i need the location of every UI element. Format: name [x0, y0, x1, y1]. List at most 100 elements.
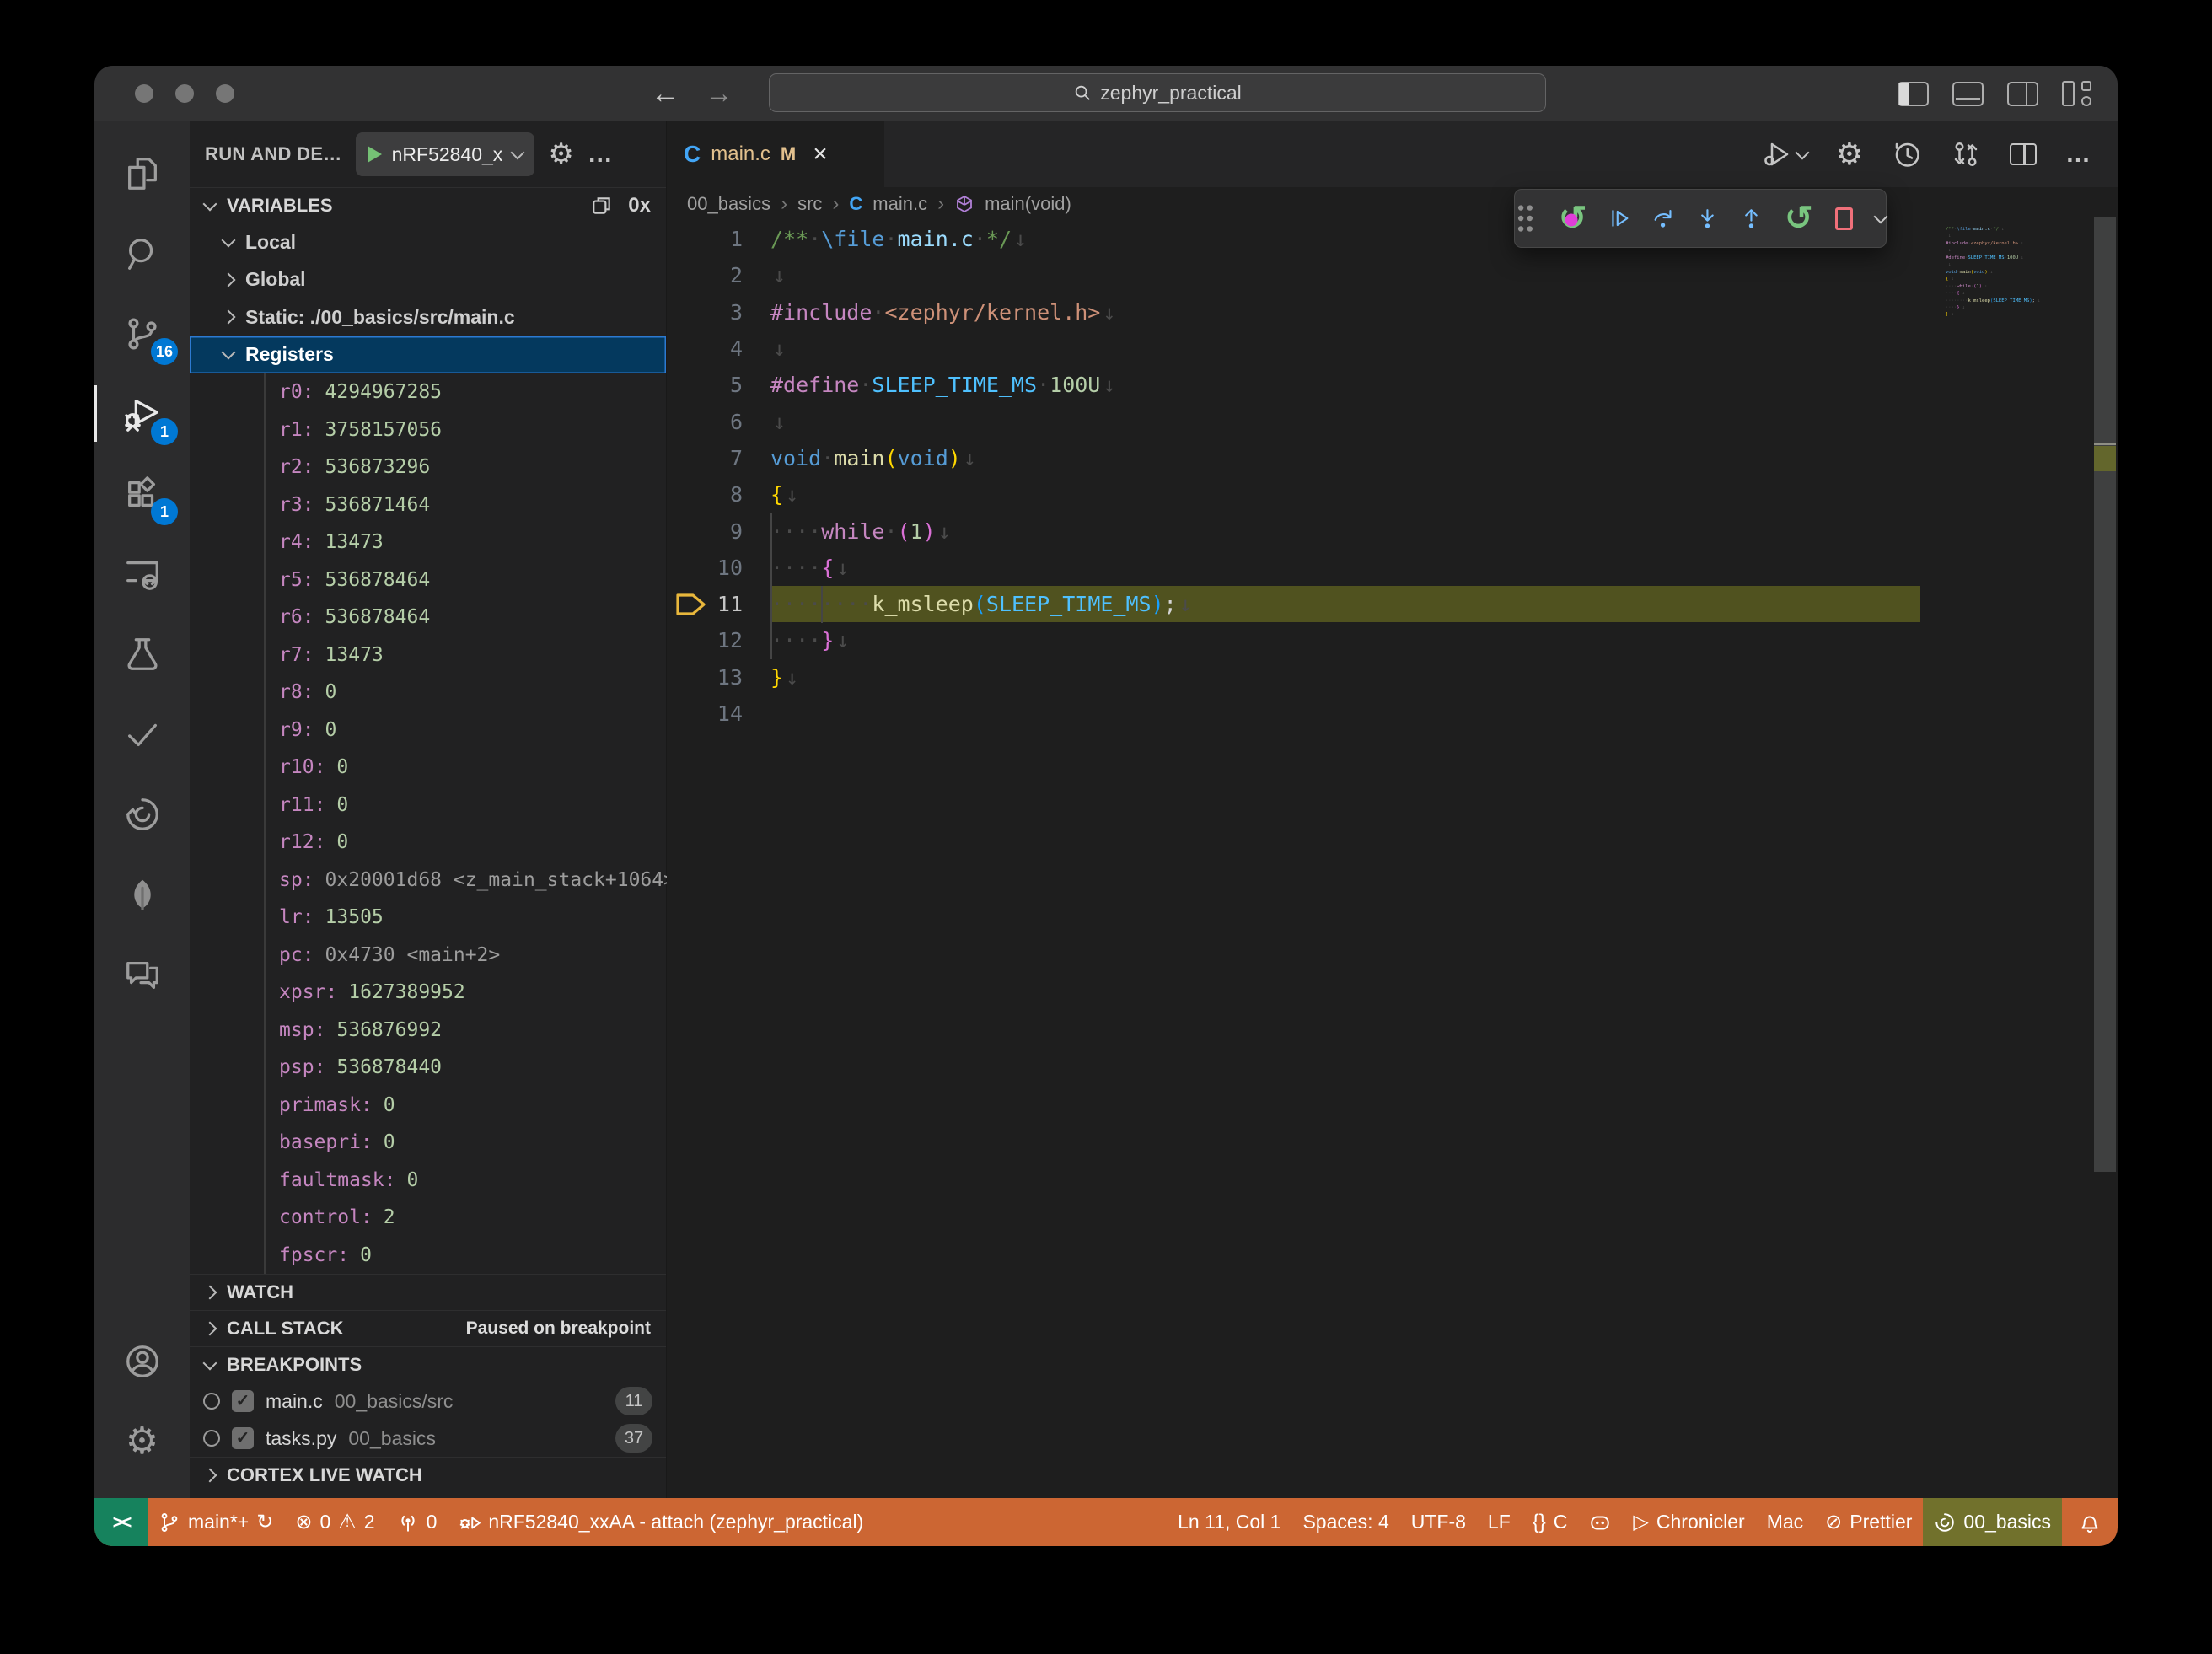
- indentation-item[interactable]: Spaces: 4: [1291, 1498, 1399, 1546]
- platform-item[interactable]: Mac: [1756, 1498, 1814, 1546]
- register-row[interactable]: r6: 536878464: [190, 599, 666, 636]
- search-view-icon[interactable]: [94, 213, 190, 293]
- line-number[interactable]: 8: [667, 482, 770, 507]
- breakpoint-checkbox[interactable]: ✓: [232, 1427, 254, 1449]
- register-row[interactable]: fpscr: 0: [190, 1237, 666, 1275]
- editor-settings-gear-icon[interactable]: ⚙: [1836, 139, 1863, 169]
- cortex-live-watch-header[interactable]: CORTEX LIVE WATCH: [190, 1457, 666, 1493]
- register-row[interactable]: control: 2: [190, 1199, 666, 1237]
- register-row[interactable]: msp: 536876992: [190, 1012, 666, 1050]
- checkmark-icon[interactable]: [94, 694, 190, 774]
- breadcrumb-symbol[interactable]: main(void): [985, 193, 1071, 215]
- run-and-debug-icon[interactable]: 1: [94, 373, 190, 454]
- register-row[interactable]: xpsr: 1627389952: [190, 974, 666, 1012]
- variables-section-header[interactable]: VARIABLES 0x: [190, 187, 666, 223]
- remote-explorer-icon[interactable]: [94, 534, 190, 614]
- hex-format-button[interactable]: 0x: [628, 194, 651, 217]
- register-row[interactable]: r11: 0: [190, 787, 666, 824]
- register-row[interactable]: primask: 0: [190, 1087, 666, 1125]
- account-icon[interactable]: [94, 1321, 190, 1401]
- customize-layout-icon[interactable]: [2062, 81, 2094, 106]
- close-window-button[interactable]: [135, 84, 153, 103]
- variable-scope-row[interactable]: Global: [190, 261, 666, 299]
- eol-item[interactable]: LF: [1477, 1498, 1522, 1546]
- watch-section-header[interactable]: WATCH: [190, 1274, 666, 1310]
- register-row[interactable]: r7: 13473: [190, 636, 666, 674]
- register-row[interactable]: sp: 0x20001d68 <z_main_stack+1064>: [190, 862, 666, 899]
- back-icon[interactable]: ←: [651, 78, 679, 110]
- breakpoints-section-header[interactable]: BREAKPOINTS: [190, 1346, 666, 1383]
- line-number[interactable]: 12: [667, 628, 770, 652]
- ports-item[interactable]: 0: [386, 1498, 448, 1546]
- more-actions-icon[interactable]: …: [588, 149, 615, 159]
- workspace-item[interactable]: 00_basics: [1923, 1498, 2062, 1546]
- register-row[interactable]: r4: 13473: [190, 524, 666, 561]
- chevron-down-icon[interactable]: [1874, 209, 1888, 223]
- problems-item[interactable]: ⊗ 0 ⚠ 2: [284, 1498, 385, 1546]
- step-over-icon[interactable]: [1653, 203, 1674, 234]
- breakpoint-row[interactable]: ✓ main.c 00_basics/src 11: [190, 1383, 666, 1420]
- line-number[interactable]: 3: [667, 300, 770, 325]
- mongodb-leaf-icon[interactable]: [94, 854, 190, 934]
- settings-gear-icon[interactable]: ⚙: [94, 1401, 190, 1481]
- line-number[interactable]: 6: [667, 410, 770, 434]
- notifications-item[interactable]: [2062, 1498, 2118, 1546]
- register-row[interactable]: r3: 536871464: [190, 486, 666, 524]
- language-mode-item[interactable]: {} C: [1522, 1498, 1579, 1546]
- line-number[interactable]: 14: [667, 701, 770, 726]
- chronicler-item[interactable]: ▷ Chronicler: [1622, 1498, 1755, 1546]
- register-row[interactable]: basepri: 0: [190, 1124, 666, 1162]
- toggle-secondary-sidebar-icon[interactable]: [2007, 82, 2038, 106]
- line-number[interactable]: 2: [667, 263, 770, 287]
- variable-scope-row[interactable]: Local: [190, 223, 666, 261]
- register-row[interactable]: r5: 536878464: [190, 561, 666, 599]
- call-stack-section-header[interactable]: CALL STACK Paused on breakpoint: [190, 1310, 666, 1346]
- tab-main-c[interactable]: C main.c M ×: [667, 121, 884, 187]
- register-row[interactable]: r2: 536873296: [190, 448, 666, 486]
- register-row[interactable]: r9: 0: [190, 712, 666, 749]
- line-number[interactable]: 9: [667, 519, 770, 544]
- more-editor-actions-icon[interactable]: …: [2065, 149, 2092, 159]
- extensions-icon[interactable]: 1: [94, 454, 190, 534]
- start-debug-icon[interactable]: [368, 146, 382, 163]
- encoding-item[interactable]: UTF-8: [1400, 1498, 1477, 1546]
- run-or-debug-button[interactable]: [1762, 139, 1807, 169]
- line-number[interactable]: 5: [667, 373, 770, 397]
- toggle-panel-icon[interactable]: [1952, 82, 1984, 106]
- toggle-sidebar-icon[interactable]: [1898, 82, 1929, 106]
- breadcrumb-file[interactable]: main.c: [872, 193, 927, 215]
- continue-icon[interactable]: [1609, 203, 1630, 234]
- register-row[interactable]: lr: 13505: [190, 899, 666, 937]
- forward-icon[interactable]: →: [705, 78, 733, 110]
- line-number[interactable]: 1: [667, 227, 770, 251]
- line-number[interactable]: 10: [667, 556, 770, 580]
- breadcrumb-sub[interactable]: src: [797, 193, 822, 215]
- cursor-position-item[interactable]: Ln 11, Col 1: [1167, 1498, 1291, 1546]
- variable-scope-row[interactable]: Registers: [190, 336, 666, 374]
- code-editor[interactable]: 1/**·\file·main.c·*/↓2↓3#include·<zephyr…: [667, 221, 2118, 732]
- debug-settings-gear-icon[interactable]: ⚙: [548, 140, 573, 169]
- close-tab-icon[interactable]: ×: [813, 142, 828, 167]
- open-changes-icon[interactable]: [1951, 139, 1981, 169]
- remote-indicator[interactable]: ><: [94, 1498, 148, 1546]
- timeline-history-icon[interactable]: [1892, 139, 1922, 169]
- register-row[interactable]: psp: 536878440: [190, 1049, 666, 1087]
- step-out-icon[interactable]: [1741, 203, 1762, 234]
- breadcrumb-folder[interactable]: 00_basics: [687, 193, 770, 215]
- register-row[interactable]: r8: 0: [190, 674, 666, 712]
- reset-device-icon[interactable]: ↺: [1559, 201, 1587, 235]
- restart-icon[interactable]: ↺: [1785, 201, 1813, 235]
- stop-icon[interactable]: [1835, 207, 1853, 230]
- swirl-extension-icon[interactable]: [94, 774, 190, 854]
- debug-config-dropdown[interactable]: nRF52840_x: [356, 132, 535, 176]
- line-number[interactable]: 13: [667, 665, 770, 690]
- breakpoint-checkbox[interactable]: ✓: [232, 1390, 254, 1412]
- register-row[interactable]: faultmask: 0: [190, 1162, 666, 1200]
- drag-grip-icon[interactable]: [1515, 203, 1536, 234]
- copilot-item[interactable]: [1578, 1498, 1622, 1546]
- command-center-search[interactable]: zephyr_practical: [769, 73, 1546, 112]
- register-row[interactable]: r10: 0: [190, 749, 666, 787]
- line-number[interactable]: 4: [667, 336, 770, 361]
- chat-comment-icon[interactable]: [94, 934, 190, 1014]
- prettier-item[interactable]: ⊘ Prettier: [1814, 1498, 1923, 1546]
